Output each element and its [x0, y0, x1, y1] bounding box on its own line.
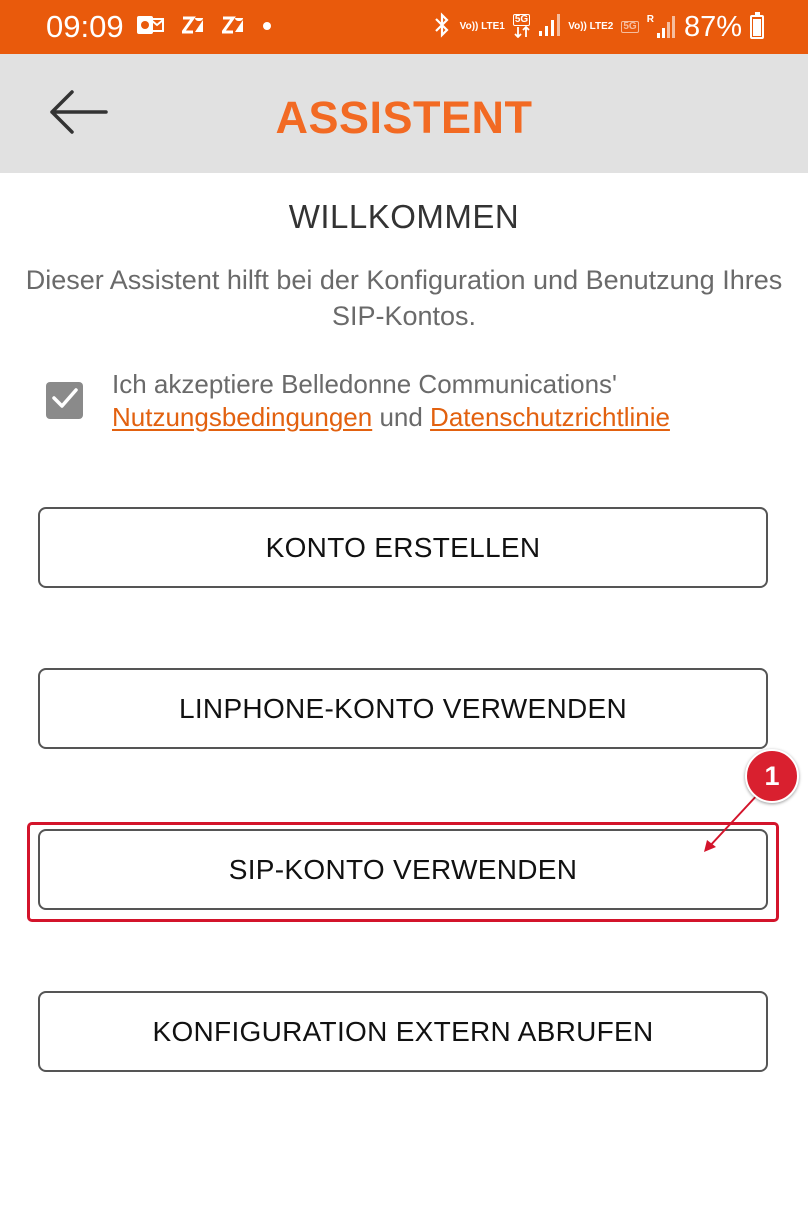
- system-icons: Vo)) LTE1 5G Vo)) LTE2 5G R 87%: [432, 8, 764, 46]
- zendesk-icon: [220, 16, 244, 39]
- battery-icon: [750, 12, 764, 39]
- battery-percent: 87%: [683, 11, 742, 43]
- annotation-highlight-box: [27, 822, 779, 922]
- network-5g-icon: 5G: [512, 13, 531, 41]
- network-5g-icon: 5G: [621, 21, 639, 33]
- fetch-remote-configuration-button[interactable]: KONFIGURATION EXTERN ABRUFEN: [38, 991, 768, 1072]
- welcome-heading: WILLKOMMEN: [288, 198, 520, 235]
- create-account-button[interactable]: KONTO ERSTELLEN: [38, 507, 768, 588]
- status-time: 09:09: [46, 9, 124, 44]
- zendesk-icon: [180, 16, 204, 39]
- dot-icon: [262, 18, 272, 36]
- terms-checkbox[interactable]: [46, 382, 83, 419]
- terms-text: Ich akzeptiere Belledonne Communications…: [112, 368, 670, 434]
- privacy-policy-link[interactable]: Datenschutzrichtlinie: [430, 402, 670, 432]
- sim1-volte-icon: Vo)) LTE1: [459, 21, 505, 32]
- terms-prefix: Ich akzeptiere Belledonne Communications…: [112, 369, 618, 399]
- annotation-marker: 1: [745, 749, 799, 803]
- app-bar: ASSISTENT: [0, 54, 808, 173]
- checkmark-icon: [51, 387, 79, 414]
- terms-of-use-link[interactable]: Nutzungsbedingungen: [112, 402, 372, 432]
- use-linphone-account-button[interactable]: LINPHONE-KONTO VERWENDEN: [38, 668, 768, 749]
- terms-connector: und: [372, 402, 431, 432]
- sim2-volte-icon: Vo)) LTE2: [568, 21, 614, 32]
- bluetooth-icon: [432, 11, 452, 43]
- page-title: ASSISTENT: [275, 92, 533, 143]
- status-bar: 09:09 Vo)) LTE1 5G Vo)) LTE2 5G R 87%: [0, 0, 808, 54]
- assistant-description: Dieser Assistent hilft bei der Konfigura…: [25, 265, 783, 331]
- notification-icons: [136, 13, 272, 41]
- roaming-signal-icon: R: [647, 15, 676, 39]
- signal-icon: [538, 13, 561, 42]
- outlook-icon: [136, 13, 164, 42]
